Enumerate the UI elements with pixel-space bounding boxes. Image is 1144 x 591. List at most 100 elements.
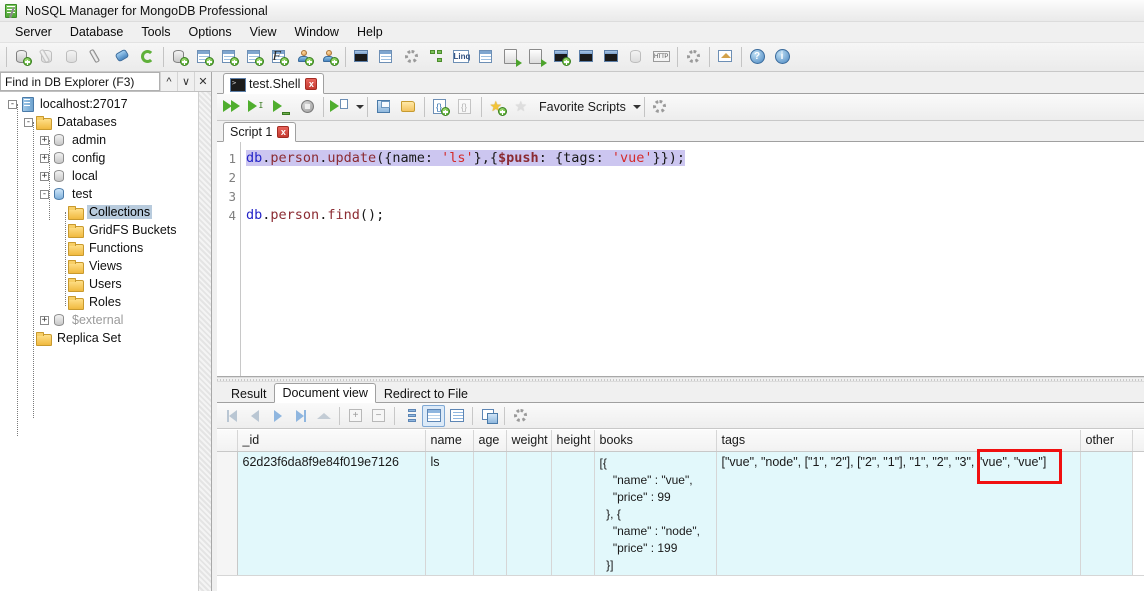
tab-test-shell[interactable]: test.Shell x [223,73,325,94]
tree-node-gridfs-buckets[interactable]: GridFS Buckets [0,221,211,239]
copy-database-icon[interactable] [624,45,649,70]
new-role-icon[interactable] [317,45,342,70]
tree-node-test[interactable]: - test [0,185,211,203]
cell-books[interactable]: [{ "name" : "vue", "price" : 99 }, { "na… [594,451,717,584]
linq-query-icon[interactable]: Linq [449,45,474,70]
expander-icon[interactable]: + [40,171,49,181]
column-header-other[interactable]: other [1080,430,1133,452]
new-user-icon[interactable] [292,45,317,70]
http-interface-icon[interactable]: HTTP [649,45,674,70]
new-connection-icon[interactable] [10,45,35,70]
copy-connection-icon[interactable] [60,45,85,70]
collapse-icon[interactable] [312,405,335,427]
tree-node-collections[interactable]: Collections [0,203,211,221]
new-database-icon[interactable] [167,45,192,70]
save-script-icon[interactable] [371,95,396,120]
save-results-icon[interactable] [477,405,500,427]
home-icon[interactable] [713,45,738,70]
new-collection-icon[interactable] [192,45,217,70]
tree-node-replica-set[interactable]: Replica Set [0,329,211,347]
add-favorite-icon[interactable]: ★ [485,95,510,120]
previous-record-icon[interactable] [243,405,266,427]
disconnect-icon[interactable] [85,45,110,70]
explorer-scrollbar[interactable] [198,92,211,591]
about-icon[interactable]: i [770,45,795,70]
tree-node-databases[interactable]: - Databases [0,113,211,131]
column-header-name[interactable]: name [425,430,474,452]
menu-database[interactable]: Database [61,23,133,42]
cell-age[interactable] [473,451,507,584]
aggregation-builder-icon[interactable] [399,45,424,70]
shell-icon[interactable] [349,45,374,70]
cell-height[interactable] [551,451,595,584]
favorite-scripts-label[interactable]: Favorite Scripts [535,100,630,114]
connect-icon[interactable] [110,45,135,70]
execute-all-icon[interactable] [220,95,245,120]
stop-icon[interactable] [295,95,320,120]
results-grid-container[interactable]: _id name age weight height books tags ot… [217,429,1144,591]
menu-view[interactable]: View [241,23,286,42]
new-view-icon[interactable] [242,45,267,70]
last-record-icon[interactable] [289,405,312,427]
tree-node-functions[interactable]: Functions [0,239,211,257]
cell-other[interactable] [1080,451,1133,584]
menu-window[interactable]: Window [286,23,348,42]
refresh-icon[interactable] [135,45,160,70]
cell-tags[interactable]: ["vue", "node", ["1", "2"], ["2", "1"], … [716,451,1081,584]
column-header-tags[interactable]: tags [716,430,1081,452]
table-row[interactable]: 62d23f6da8f9e84f019e7126 ls [{ "name" : … [217,451,1144,584]
import-icon[interactable] [524,45,549,70]
search-input[interactable]: Find in DB Explorer (F3) [0,72,160,91]
edit-connection-icon[interactable] [35,45,60,70]
remove-favorite-icon[interactable]: ★ [510,95,535,120]
results-grid[interactable]: _id name age weight height books tags ot… [217,430,1144,584]
tree-node-roles[interactable]: Roles [0,293,211,311]
document-window-icon[interactable] [374,45,399,70]
new-script-icon[interactable]: {} [428,95,453,120]
settings-gear-icon[interactable] [681,45,706,70]
grid-settings-icon[interactable] [509,405,532,427]
expander-icon[interactable]: - [24,117,33,127]
monitor-icon[interactable] [599,45,624,70]
tab-script-1[interactable]: Script 1 x [223,122,297,142]
cell-weight[interactable] [506,451,552,584]
text-view-icon[interactable] [445,405,468,427]
expander-icon[interactable]: + [40,153,49,163]
map-reduce-icon[interactable] [424,45,449,70]
tree-node-config[interactable]: + config [0,149,211,167]
add-row-icon[interactable]: + [344,405,367,427]
export-icon[interactable] [499,45,524,70]
code-text-area[interactable]: db.person.update({name: 'ls'},{$push: {t… [241,142,1144,376]
menu-server[interactable]: Server [6,23,61,42]
row-selector-header[interactable] [217,430,238,452]
execute-options-icon[interactable] [327,95,352,120]
expander-icon[interactable]: - [8,99,17,109]
expander-icon[interactable]: + [40,315,49,325]
column-header-weight[interactable]: weight [506,430,552,452]
column-header-books[interactable]: books [594,430,717,452]
expander-icon[interactable]: + [40,135,49,145]
open-script-icon[interactable] [396,95,421,120]
menu-help[interactable]: Help [348,23,392,42]
cell-id[interactable]: 62d23f6da8f9e84f019e7126 [237,451,426,584]
menu-tools[interactable]: Tools [132,23,179,42]
new-function-icon[interactable]: F [267,45,292,70]
cell-name[interactable]: ls [425,451,474,584]
db-explorer-tree[interactable]: - localhost:27017 - Databases + admin + [0,92,211,591]
tab-document-view[interactable]: Document view [274,383,376,403]
first-record-icon[interactable] [220,405,243,427]
help-icon[interactable]: ? [745,45,770,70]
backup-icon[interactable] [549,45,574,70]
tree-node-admin[interactable]: + admin [0,131,211,149]
delete-row-icon[interactable]: − [367,405,390,427]
chevron-down-icon[interactable] [632,105,641,109]
table-view-icon[interactable] [422,404,445,427]
chevron-down-icon[interactable]: ∨ [177,72,194,91]
close-icon[interactable]: x [305,77,318,90]
tree-node-localhost[interactable]: - localhost:27017 [0,95,211,113]
execute-options-dropdown[interactable] [352,95,364,120]
new-gridfs-bucket-icon[interactable] [217,45,242,70]
tree-node-views[interactable]: Views [0,257,211,275]
menu-options[interactable]: Options [180,23,241,42]
tree-node-local[interactable]: + local [0,167,211,185]
